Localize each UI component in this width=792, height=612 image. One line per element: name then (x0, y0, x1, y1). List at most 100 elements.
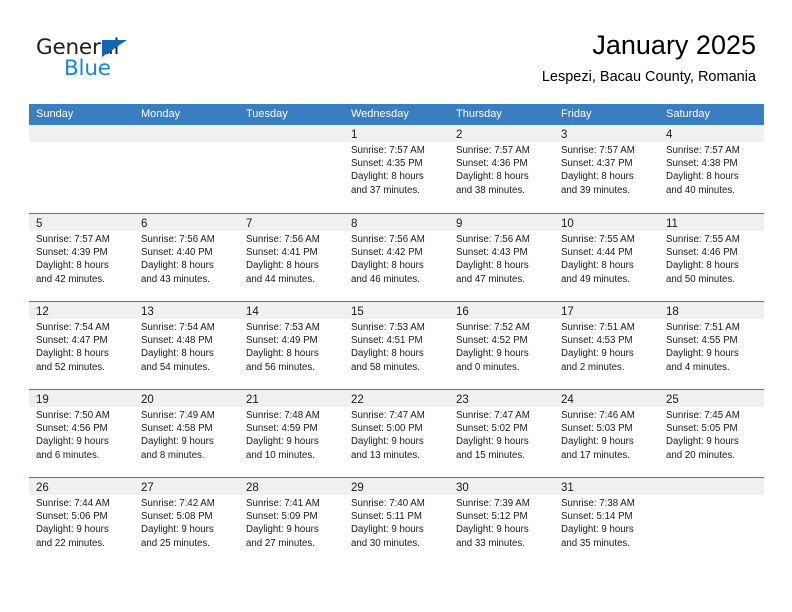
day-detail-line: Sunset: 4:40 PM (141, 247, 213, 259)
day-detail-line: Sunrise: 7:42 AM (141, 498, 215, 509)
day-number-band (659, 478, 764, 495)
day-number: 27 (141, 482, 154, 494)
day-number-band: 18 (659, 302, 764, 319)
calendar-day-cell[interactable]: 10 Sunrise: 7:55 AM Sunset: 4:44 PM Dayligh… (554, 214, 659, 301)
day-details: Sunrise: 7:38 AM Sunset: 5:14 PM Daylight:… (554, 495, 659, 550)
day-detail-line: and 0 minutes. (456, 361, 520, 373)
calendar-day-cell[interactable]: 28 Sunrise: 7:41 AM Sunset: 5:09 PM Dayligh… (239, 478, 344, 565)
day-details: Sunrise: 7:54 AM Sunset: 4:48 PM Daylight:… (134, 319, 239, 374)
day-detail-line: Sunrise: 7:54 AM (36, 322, 110, 333)
calendar-day-cell[interactable]: 13 Sunrise: 7:54 AM Sunset: 4:48 PM Dayligh… (134, 302, 239, 389)
day-details: Sunrise: 7:56 AM Sunset: 4:43 PM Daylight:… (449, 231, 554, 286)
day-detail-line: Sunset: 5:06 PM (36, 511, 108, 523)
calendar-day-cell-empty (239, 125, 344, 212)
calendar-day-cell[interactable]: 7 Sunrise: 7:56 AM Sunset: 4:41 PM Daylight… (239, 214, 344, 301)
calendar-day-cell-empty (29, 125, 134, 212)
day-details: Sunrise: 7:51 AM Sunset: 4:53 PM Daylight:… (554, 319, 659, 374)
calendar-day-cell[interactable]: 16 Sunrise: 7:52 AM Sunset: 4:52 PM Dayligh… (449, 302, 554, 389)
day-detail-line: Sunrise: 7:57 AM (456, 145, 530, 156)
calendar-day-cell[interactable]: 15 Sunrise: 7:53 AM Sunset: 4:51 PM Dayligh… (344, 302, 449, 389)
day-detail-line: Sunrise: 7:50 AM (36, 410, 110, 421)
calendar-day-cell[interactable]: 27 Sunrise: 7:42 AM Sunset: 5:08 PM Dayligh… (134, 478, 239, 565)
calendar-day-cell[interactable]: 19 Sunrise: 7:50 AM Sunset: 4:56 PM Dayligh… (29, 390, 134, 477)
day-detail-line: and 15 minutes. (456, 449, 525, 461)
calendar-day-cell[interactable]: 21 Sunrise: 7:48 AM Sunset: 4:59 PM Dayligh… (239, 390, 344, 477)
day-detail-line: and 49 minutes. (561, 273, 630, 285)
calendar-day-cell[interactable]: 14 Sunrise: 7:53 AM Sunset: 4:49 PM Dayligh… (239, 302, 344, 389)
day-number-band: 6 (134, 214, 239, 231)
calendar-day-cell[interactable]: 4 Sunrise: 7:57 AM Sunset: 4:38 PM Daylight… (659, 125, 764, 212)
weekday-header-thursday: Thursday (456, 108, 502, 120)
calendar-day-cell[interactable]: 6 Sunrise: 7:56 AM Sunset: 4:40 PM Daylight… (134, 214, 239, 301)
day-details: Sunrise: 7:56 AM Sunset: 4:41 PM Daylight:… (239, 231, 344, 286)
day-detail-line: and 40 minutes. (666, 184, 735, 196)
day-detail-line: and 50 minutes. (666, 273, 735, 285)
calendar-day-cell[interactable]: 20 Sunrise: 7:49 AM Sunset: 4:58 PM Dayligh… (134, 390, 239, 477)
day-number-band: 24 (554, 390, 659, 407)
day-detail-line: and 38 minutes. (456, 184, 525, 196)
day-detail-line: and 10 minutes. (246, 449, 315, 461)
calendar-day-cell[interactable]: 30 Sunrise: 7:39 AM Sunset: 5:12 PM Dayligh… (449, 478, 554, 565)
day-details: Sunrise: 7:50 AM Sunset: 4:56 PM Daylight:… (29, 407, 134, 462)
calendar-day-cell[interactable]: 1 Sunrise: 7:57 AM Sunset: 4:35 PM Daylight… (344, 125, 449, 212)
day-number: 3 (561, 129, 568, 141)
day-detail-line: Daylight: 9 hours (351, 436, 424, 448)
calendar-week-row: 26 Sunrise: 7:44 AM Sunset: 5:06 PM Dayligh… (29, 477, 764, 565)
calendar-day-cell[interactable]: 25 Sunrise: 7:45 AM Sunset: 5:05 PM Dayligh… (659, 390, 764, 477)
calendar-day-cell[interactable]: 5 Sunrise: 7:57 AM Sunset: 4:39 PM Daylight… (29, 214, 134, 301)
calendar-day-cell[interactable]: 8 Sunrise: 7:56 AM Sunset: 4:42 PM Daylight… (344, 214, 449, 301)
day-number: 26 (36, 482, 49, 494)
calendar-day-cell[interactable]: 29 Sunrise: 7:40 AM Sunset: 5:11 PM Dayligh… (344, 478, 449, 565)
calendar-day-cell[interactable]: 22 Sunrise: 7:47 AM Sunset: 5:00 PM Dayligh… (344, 390, 449, 477)
day-detail-line: Sunrise: 7:55 AM (561, 234, 635, 245)
weekday-header-wednesday: Wednesday (351, 108, 409, 120)
calendar-day-cell[interactable]: 2 Sunrise: 7:57 AM Sunset: 4:36 PM Daylight… (449, 125, 554, 212)
day-number-band: 29 (344, 478, 449, 495)
day-number: 12 (36, 306, 49, 318)
calendar-day-cell[interactable]: 12 Sunrise: 7:54 AM Sunset: 4:47 PM Dayligh… (29, 302, 134, 389)
day-detail-line: Daylight: 8 hours (351, 260, 424, 272)
calendar-day-cell[interactable]: 23 Sunrise: 7:47 AM Sunset: 5:02 PM Dayligh… (449, 390, 554, 477)
day-detail-line: and 30 minutes. (351, 537, 420, 549)
day-details: Sunrise: 7:49 AM Sunset: 4:58 PM Daylight:… (134, 407, 239, 462)
day-detail-line: and 37 minutes. (351, 184, 420, 196)
day-details: Sunrise: 7:57 AM Sunset: 4:38 PM Daylight:… (659, 142, 764, 197)
calendar-day-cell[interactable]: 31 Sunrise: 7:38 AM Sunset: 5:14 PM Dayligh… (554, 478, 659, 565)
weekday-header-monday: Monday (141, 108, 181, 120)
day-number-band (29, 125, 134, 142)
day-details: Sunrise: 7:53 AM Sunset: 4:49 PM Daylight:… (239, 319, 344, 374)
day-detail-line: Sunrise: 7:57 AM (36, 234, 110, 245)
day-detail-line: and 25 minutes. (141, 537, 210, 549)
calendar-week-row: 1 Sunrise: 7:57 AM Sunset: 4:35 PM Daylight… (29, 125, 764, 213)
day-number: 2 (456, 129, 463, 141)
calendar-day-cell[interactable]: 18 Sunrise: 7:51 AM Sunset: 4:55 PM Dayligh… (659, 302, 764, 389)
day-number: 9 (456, 218, 463, 230)
generalblue-logo[interactable]: General Blue (36, 36, 156, 82)
day-details: Sunrise: 7:51 AM Sunset: 4:55 PM Daylight:… (659, 319, 764, 374)
calendar-day-cell[interactable]: 17 Sunrise: 7:51 AM Sunset: 4:53 PM Dayligh… (554, 302, 659, 389)
weekday-header-saturday: Saturday (666, 108, 711, 120)
calendar-day-cell[interactable]: 3 Sunrise: 7:57 AM Sunset: 4:37 PM Daylight… (554, 125, 659, 212)
day-detail-line: Daylight: 8 hours (456, 260, 529, 272)
day-number: 29 (351, 482, 364, 494)
day-detail-line: and 22 minutes. (36, 537, 105, 549)
day-detail-line: Sunrise: 7:55 AM (666, 234, 740, 245)
day-detail-line: Sunset: 4:36 PM (456, 158, 528, 170)
day-detail-line: and 2 minutes. (561, 361, 625, 373)
day-number: 25 (666, 394, 679, 406)
calendar-day-cell[interactable]: 26 Sunrise: 7:44 AM Sunset: 5:06 PM Dayligh… (29, 478, 134, 565)
day-detail-line: Sunset: 4:41 PM (246, 247, 318, 259)
calendar-day-cell[interactable]: 11 Sunrise: 7:55 AM Sunset: 4:46 PM Dayligh… (659, 214, 764, 301)
day-detail-line: Daylight: 9 hours (246, 436, 319, 448)
day-details: Sunrise: 7:53 AM Sunset: 4:51 PM Daylight:… (344, 319, 449, 374)
day-detail-line: Sunset: 4:51 PM (351, 335, 423, 347)
day-detail-line: Sunset: 4:55 PM (666, 335, 738, 347)
day-detail-line: Sunset: 4:56 PM (36, 423, 108, 435)
calendar-day-cell[interactable]: 24 Sunrise: 7:46 AM Sunset: 5:03 PM Dayligh… (554, 390, 659, 477)
day-detail-line: Sunset: 4:46 PM (666, 247, 738, 259)
day-detail-line: and 52 minutes. (36, 361, 105, 373)
calendar-day-cell[interactable]: 9 Sunrise: 7:56 AM Sunset: 4:43 PM Daylight… (449, 214, 554, 301)
calendar-weeks: 1 Sunrise: 7:57 AM Sunset: 4:35 PM Daylight… (29, 125, 764, 565)
day-number-band: 23 (449, 390, 554, 407)
day-number-band: 13 (134, 302, 239, 319)
